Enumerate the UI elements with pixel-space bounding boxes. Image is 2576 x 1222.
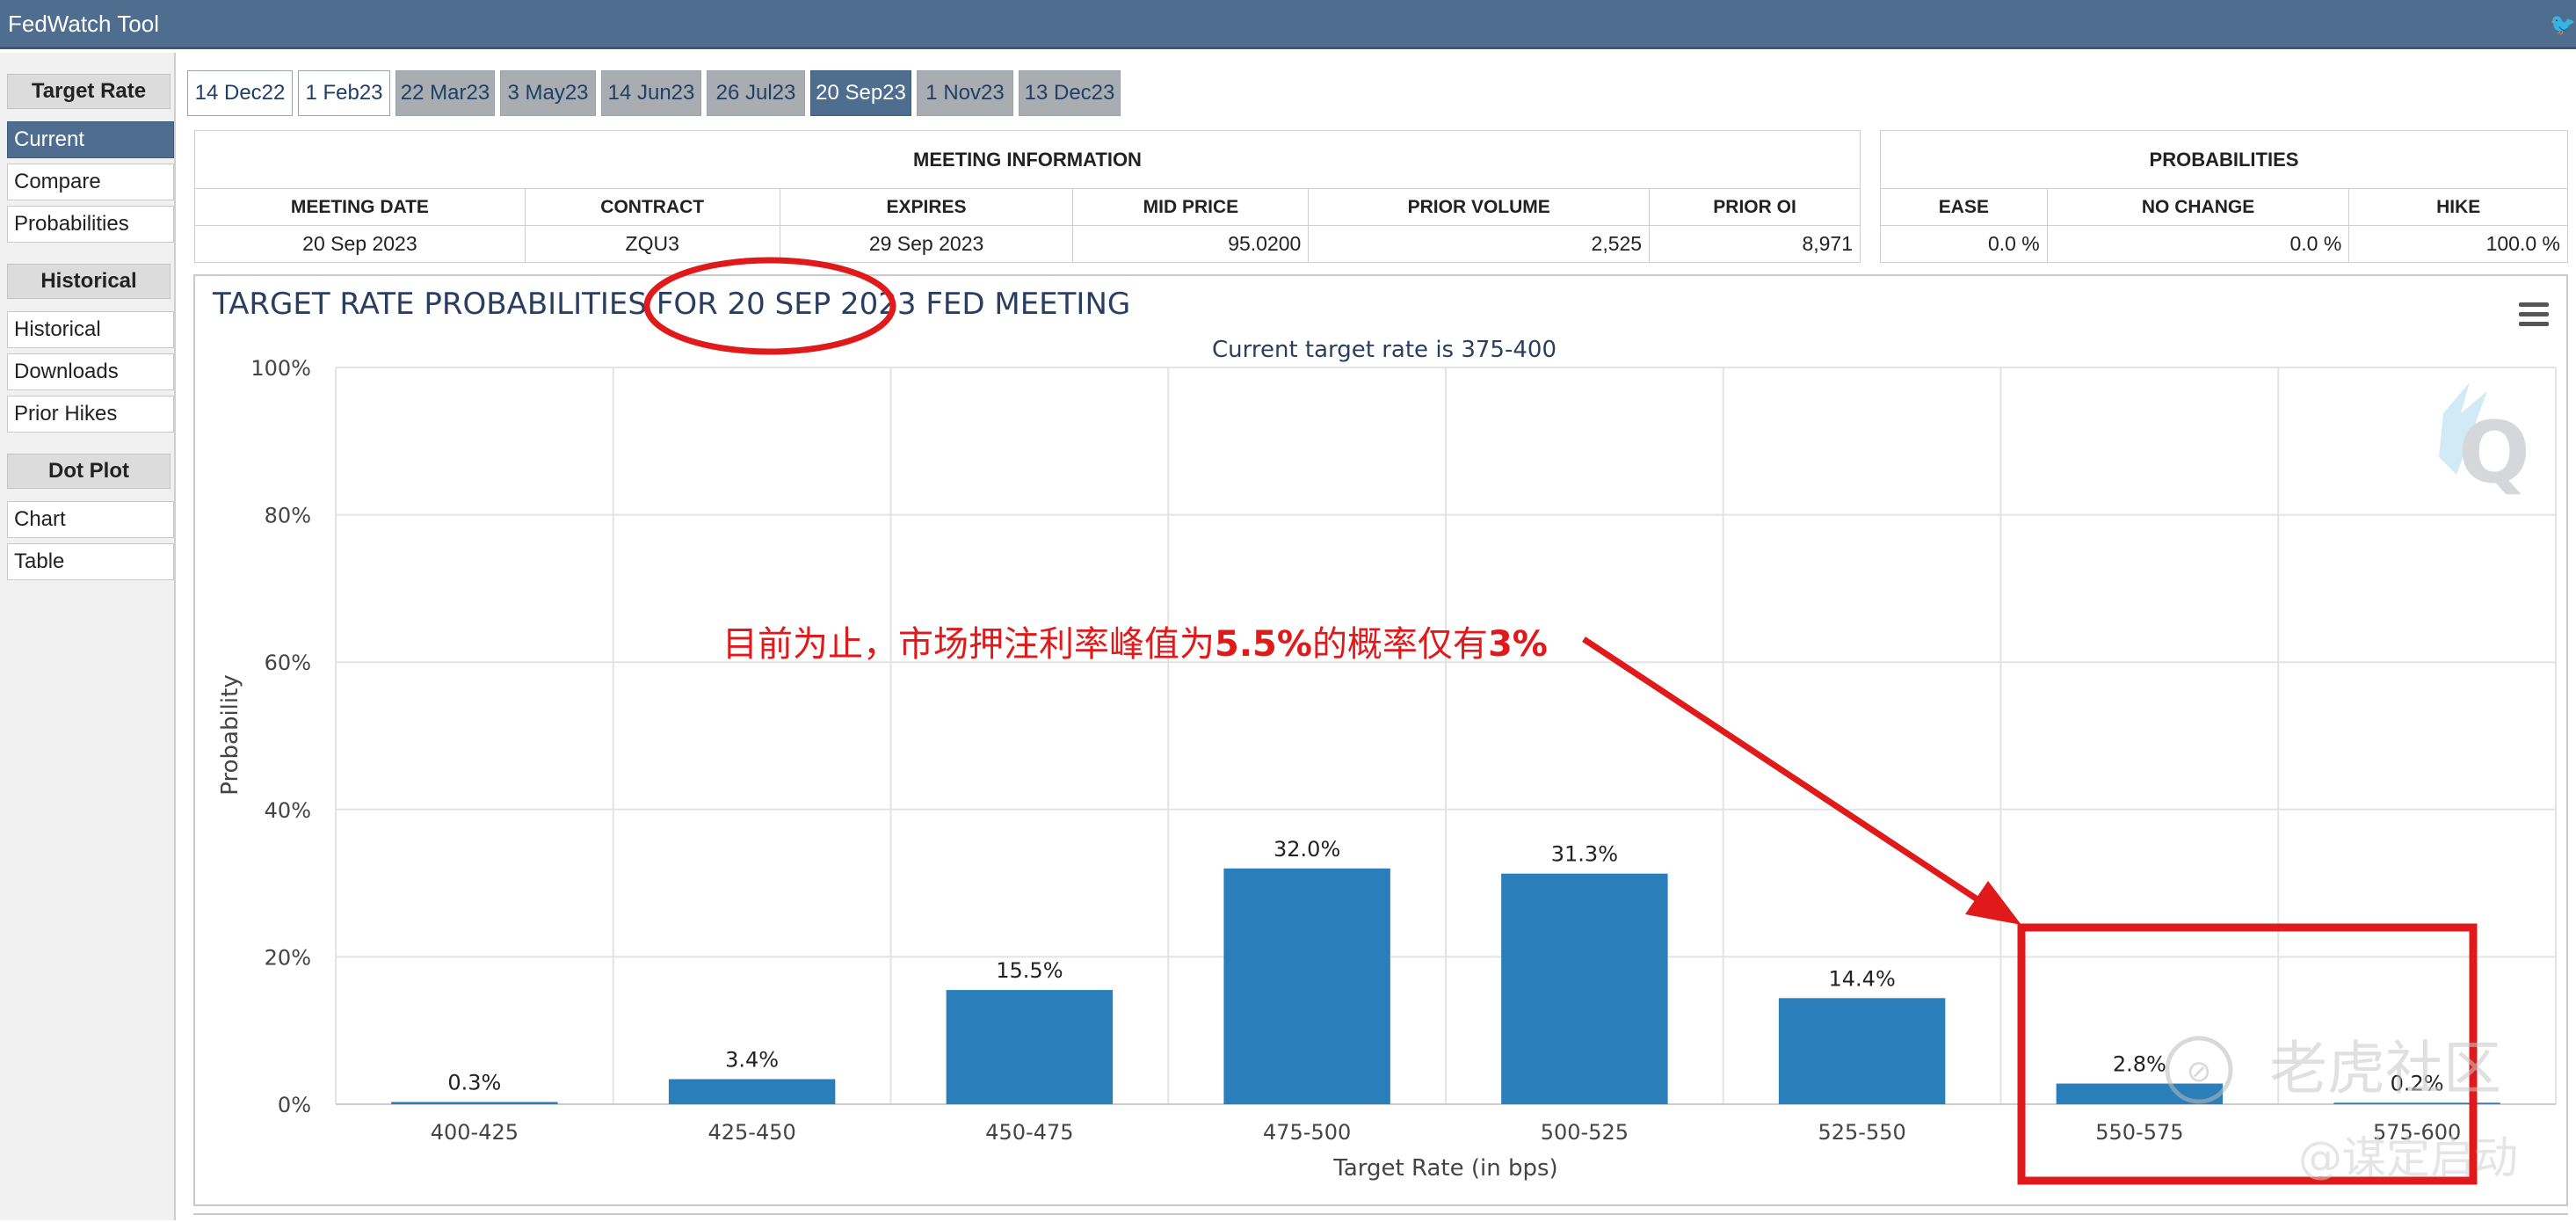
tab-1-nov23[interactable]: 1 Nov23 [917,70,1013,116]
no-change-value: 0.0 % [2046,225,2350,263]
bar-425-450[interactable] [668,1079,836,1104]
bar-475-500[interactable] [1223,868,1390,1104]
annotation-note-rate: 5.5% [1215,624,1312,665]
prior-oi-value: 8,971 [1649,225,1861,263]
annotation-note-middle: 的概率仅有 [1311,624,1488,665]
sidebar-heading-dot-plot: Dot Plot [7,454,171,489]
col-hike: HIKE [2348,188,2568,226]
hike-value: 100.0 % [2348,225,2568,263]
col-expires: EXPIRES [779,188,1074,226]
twitter-icon[interactable]: 🐦 [2550,12,2576,38]
tab-1-feb23[interactable]: 1 Feb23 [298,70,390,116]
bottom-panel-edge [193,1213,2568,1222]
app-title-bar: FedWatch Tool 🐦 [0,0,2576,49]
meeting-date-value: 20 Sep 2023 [194,225,526,263]
bar-575-600[interactable] [2333,1102,2500,1104]
prior-volume-value: 2,525 [1308,225,1651,263]
mid-price-value: 95.0200 [1072,225,1310,263]
annotation-note-prefix: 目前为止，市场押注利率峰值为 [722,624,1215,665]
meeting-information-caption: MEETING INFORMATION [194,130,1861,189]
col-no-change: NO CHANGE [2046,188,2350,226]
ease-value: 0.0 % [1880,225,2048,263]
app-title: FedWatch Tool [8,11,159,37]
col-prior-oi: PRIOR OI [1649,188,1861,226]
sidebar-item-chart[interactable]: Chart [7,501,174,538]
bar-500-525[interactable] [1501,873,1668,1104]
bar-400-425[interactable] [391,1102,558,1104]
probabilities-caption: PROBABILITIES [1880,130,2568,189]
contract-value: ZQU3 [524,225,780,263]
bar-450-475[interactable] [946,990,1114,1104]
annotation-note-probability: 3% [1487,624,1548,665]
sidebar-heading-historical: Historical [7,264,171,299]
tab-22-mar23[interactable]: 22 Mar23 [395,70,495,116]
sidebar-nav: Target Rate Current Compare Probabilitie… [0,53,176,1220]
bar-525-550[interactable] [1778,998,1946,1104]
sidebar-heading-target-rate: Target Rate [7,74,171,109]
col-mid-price: MID PRICE [1072,188,1310,226]
tab-26-jul23[interactable]: 26 Jul23 [707,70,805,116]
annotation-note: 目前为止，市场押注利率峰值为5.5%的概率仅有3% [722,615,1548,666]
sidebar-item-prior-hikes[interactable]: Prior Hikes [7,396,174,433]
tab-20-sep23[interactable]: 20 Sep23 [810,70,911,116]
sidebar-item-probabilities[interactable]: Probabilities [7,206,174,243]
hamburger-menu-icon[interactable] [2519,302,2549,326]
sidebar-item-downloads[interactable]: Downloads [7,353,174,390]
sidebar-item-compare[interactable]: Compare [7,164,174,200]
sidebar-item-table[interactable]: Table [7,543,174,580]
tab-14-jun23[interactable]: 14 Jun23 [601,70,701,116]
sidebar-item-historical[interactable]: Historical [7,311,174,348]
expires-value: 29 Sep 2023 [779,225,1074,263]
col-ease: EASE [1880,188,2048,226]
col-prior-volume: PRIOR VOLUME [1308,188,1651,226]
probabilities-table: PROBABILITIES EASE NO CHANGE HIKE 0.0 % … [1880,130,2568,263]
tab-13-dec23[interactable]: 13 Dec23 [1019,70,1121,116]
tab-14-dec22[interactable]: 14 Dec22 [187,70,293,116]
meeting-information-table: MEETING INFORMATION MEETING DATE CONTRAC… [194,130,1861,263]
col-contract: CONTRACT [524,188,780,226]
col-meeting-date: MEETING DATE [194,188,526,226]
tab-3-may23[interactable]: 3 May23 [500,70,596,116]
bar-550-575[interactable] [2056,1083,2224,1104]
sidebar-item-current[interactable]: Current [7,121,174,158]
